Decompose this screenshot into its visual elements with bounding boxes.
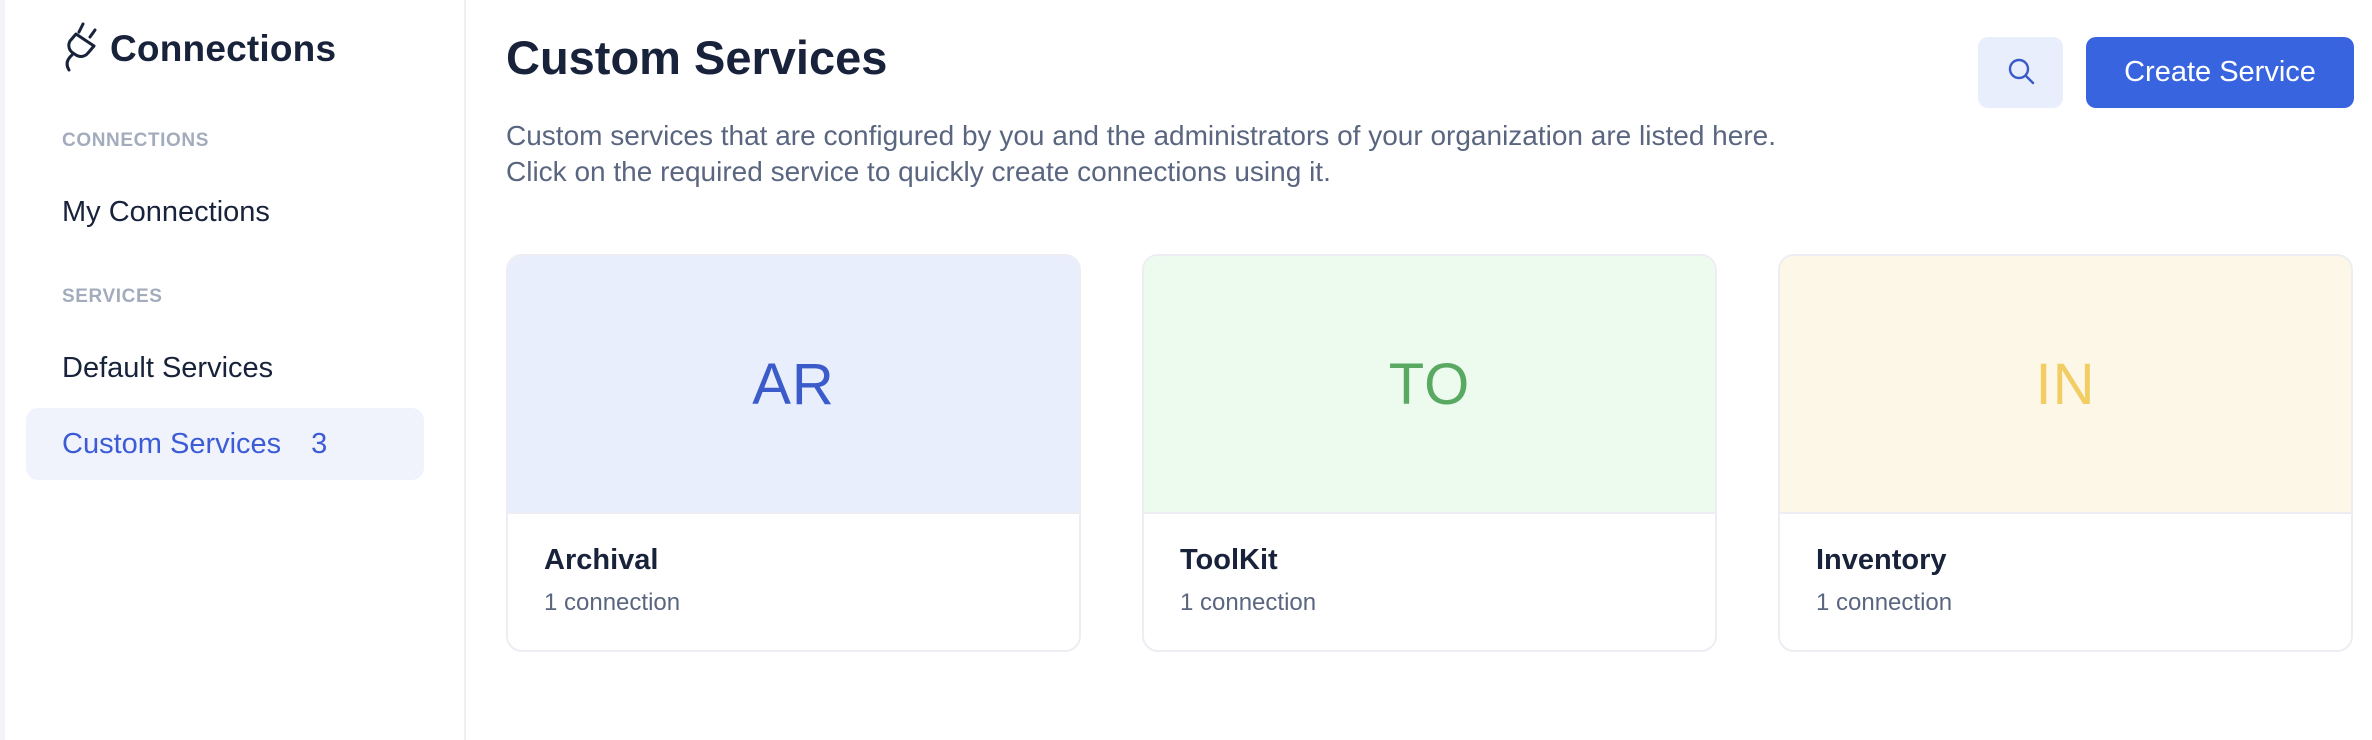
custom-services-count: 3: [311, 427, 328, 460]
sidebar-item-label: Default Services: [62, 351, 274, 384]
page-title: Custom Services: [506, 31, 888, 84]
card-banner: IN: [1780, 256, 2351, 512]
description-line-2: Click on the required service to quickly…: [506, 156, 1331, 187]
search-button[interactable]: [1978, 37, 2063, 108]
sidebar-brand: Connections: [60, 20, 336, 77]
card-name: Archival: [544, 544, 659, 576]
section-label-connections: CONNECTIONS: [62, 130, 209, 151]
section-label-services: SERVICES: [62, 286, 163, 307]
card-connection-count: 1 connection: [544, 589, 681, 616]
card-connection-count: 1 connection: [1180, 589, 1317, 616]
search-icon: [2006, 56, 2036, 89]
card-banner: AR: [508, 256, 1079, 512]
sidebar-item-label: Custom Services: [62, 427, 282, 460]
sidebar-item-custom-services[interactable]: Custom Services 3: [26, 408, 424, 480]
card-banner: TO: [1144, 256, 1715, 512]
card-initials: IN: [2035, 351, 2096, 417]
sidebar: Connections CONNECTIONS My Connections S…: [0, 0, 466, 740]
card-body: Inventory 1 connection: [1780, 512, 2351, 650]
service-card-archival[interactable]: AR Archival 1 connection: [506, 254, 1081, 652]
sidebar-item-default-services[interactable]: Default Services: [26, 332, 424, 404]
card-initials: TO: [1388, 351, 1471, 417]
sidebar-title: Connections: [110, 27, 337, 69]
plug-icon: [60, 20, 102, 77]
card-name: ToolKit: [1180, 544, 1278, 576]
card-body: Archival 1 connection: [508, 512, 1079, 650]
card-initials: AR: [752, 351, 835, 417]
sidebar-item-label: My Connections: [62, 195, 270, 228]
card-connection-count: 1 connection: [1816, 589, 1953, 616]
description-line-1: Custom services that are configured by y…: [506, 120, 1776, 151]
card-name: Inventory: [1816, 544, 1947, 576]
sidebar-item-my-connections[interactable]: My Connections: [26, 176, 424, 248]
service-card-inventory[interactable]: IN Inventory 1 connection: [1778, 254, 2353, 652]
sidebar-edge: [0, 0, 5, 740]
service-card-toolkit[interactable]: TO ToolKit 1 connection: [1142, 254, 1717, 652]
card-body: ToolKit 1 connection: [1144, 512, 1715, 650]
create-service-button[interactable]: Create Service: [2086, 37, 2354, 108]
page-description: Custom services that are configured by y…: [506, 118, 1776, 190]
app-window: Connections CONNECTIONS My Connections S…: [0, 0, 2372, 740]
